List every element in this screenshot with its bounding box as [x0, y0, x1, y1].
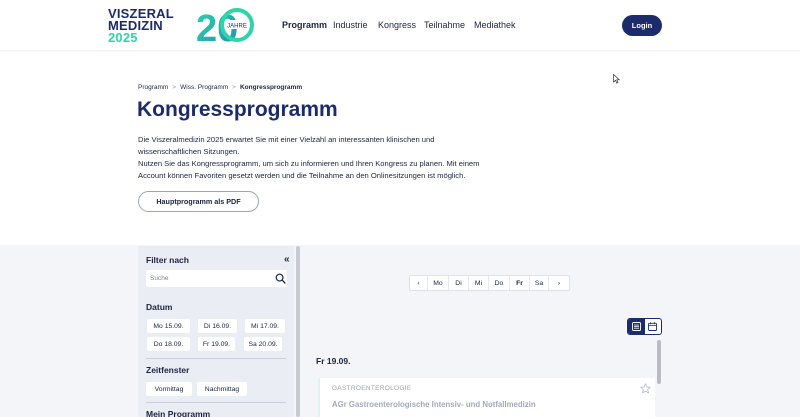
mouse-cursor-icon: [613, 74, 621, 84]
collapse-filter-icon[interactable]: «: [284, 254, 290, 265]
jubilee-20-logo: 20 JAHRE: [196, 8, 254, 44]
view-toggle: [627, 318, 662, 335]
time-filter-title: Zeitfenster: [146, 365, 190, 375]
day-tab-do[interactable]: Do: [489, 276, 510, 290]
date-chip-di[interactable]: Di 16.09.: [198, 319, 237, 333]
breadcrumb-item-current: Kongressprogramm: [239, 84, 303, 91]
breadcrumb: Programm > Wiss. Programm > Kongressprogramm: [138, 84, 302, 91]
date-chip-do[interactable]: Do 18.09.: [147, 337, 190, 351]
day-tab-mi[interactable]: Mi: [469, 276, 489, 290]
session-category: GASTROENTEROLOGIE: [332, 385, 412, 392]
session-title[interactable]: AGr Gastroenterologische Intensiv- und N…: [332, 400, 536, 409]
logo[interactable]: VISZERAL MEDIZIN 2025 20 JAHRE: [108, 6, 258, 45]
schedule-scrollbar[interactable]: [657, 340, 661, 384]
intro-text: Die Viszeralmedizin 2025 erwartet Sie mi…: [138, 135, 480, 180]
calendar-view-button[interactable]: [645, 319, 662, 334]
day-tab-di[interactable]: Di: [449, 276, 469, 290]
calendar-icon: [648, 322, 658, 331]
my-program-title: Mein Programm: [146, 409, 211, 417]
date-chip-sa[interactable]: Sa 20.09.: [244, 337, 282, 351]
site-header: VISZERAL MEDIZIN 2025 20 JAHRE Programm …: [0, 0, 800, 50]
time-chip-vormittag[interactable]: Vormittag: [146, 382, 192, 396]
time-chip-nachmittag[interactable]: Nachmittag: [197, 382, 247, 396]
page-title: Kongressprogramm: [137, 98, 338, 121]
prev-day-icon[interactable]: ‹: [410, 276, 428, 290]
next-day-icon[interactable]: ›: [549, 276, 569, 290]
search-input[interactable]: [150, 270, 268, 287]
day-tab-mo[interactable]: Mo: [428, 276, 449, 290]
nav-item-kongress[interactable]: Kongress: [378, 20, 416, 30]
list-view-icon: [631, 322, 641, 331]
nav-item-programm[interactable]: Programm: [282, 20, 327, 30]
day-tab-fr[interactable]: Fr: [510, 276, 530, 290]
jubilee-word: JAHRE: [227, 24, 247, 30]
date-chip-mi[interactable]: Mi 17.09.: [245, 319, 285, 333]
filter-scrollbar[interactable]: [296, 246, 300, 417]
nav-item-industrie[interactable]: Industrie: [333, 20, 368, 30]
list-view-button[interactable]: [628, 319, 645, 334]
star-icon[interactable]: [640, 383, 651, 394]
main-program-pdf-button[interactable]: Hauptprogramm als PDF: [138, 191, 259, 212]
filter-divider: [146, 402, 286, 403]
session-card[interactable]: GASTROENTEROLOGIE AGr Gastroenterologisc…: [318, 378, 655, 417]
day-navigation: ‹ Mo Di Mi Do Fr Sa ›: [409, 275, 570, 291]
logo-wordmark: VISZERAL MEDIZIN 2025: [108, 6, 174, 45]
date-filter-title: Datum: [146, 302, 173, 312]
breadcrumb-item-wiss-programm[interactable]: Wiss. Programm: [180, 84, 228, 91]
login-button[interactable]: Login: [622, 15, 662, 36]
breadcrumb-item-programm[interactable]: Programm: [138, 84, 168, 91]
breadcrumb-separator: >: [172, 84, 177, 91]
date-chip-fr[interactable]: Fr 19.09.: [198, 337, 235, 351]
filter-divider: [146, 358, 286, 359]
breadcrumb-separator: >: [232, 84, 236, 91]
nav-item-mediathek[interactable]: Mediathek: [474, 20, 516, 30]
date-chip-mo[interactable]: Mo 15.09.: [147, 319, 190, 333]
filter-search: [146, 270, 287, 287]
nav-item-teilnahme[interactable]: Teilnahme: [424, 20, 465, 30]
day-tab-sa[interactable]: Sa: [530, 276, 549, 290]
filter-panel: Filter nach « Datum Mo 15.09. Di 16.09. …: [138, 246, 294, 417]
schedule-date-heading: Fr 19.09.: [316, 356, 351, 366]
filter-title: Filter nach: [146, 255, 189, 265]
search-icon[interactable]: [275, 273, 286, 284]
